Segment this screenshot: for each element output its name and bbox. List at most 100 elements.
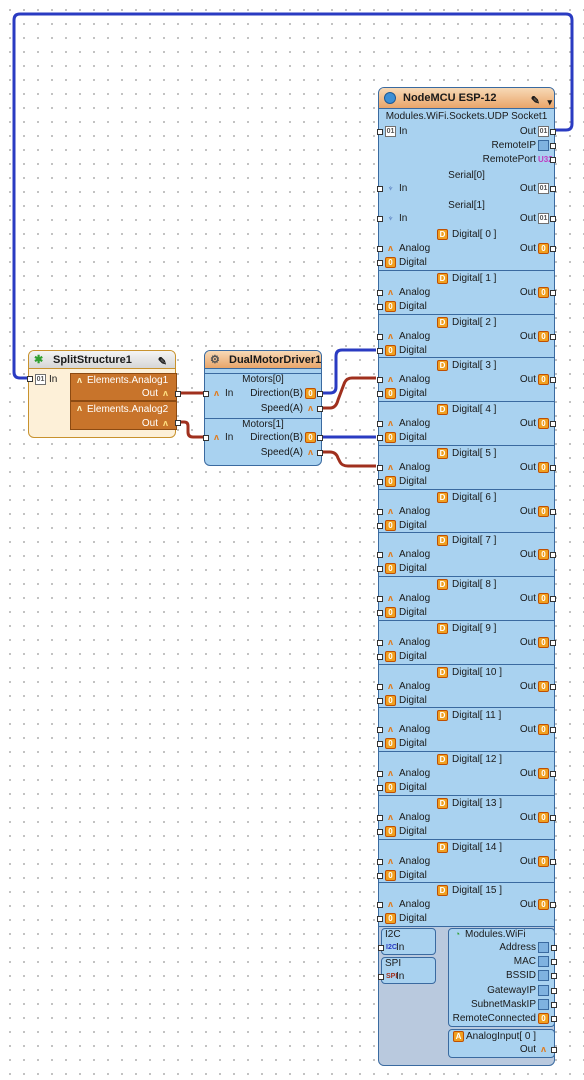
digital-digital-in-pin[interactable]	[377, 828, 383, 835]
i2c-in-pin[interactable]	[378, 945, 384, 951]
wifi-output-pin[interactable]	[551, 945, 557, 951]
digital-pin-row[interactable]: D Digital[ 1 ] ᴧ Analog 0 Digital Out 0	[377, 270, 556, 315]
digital-analog-in-pin[interactable]	[377, 421, 383, 427]
digital-analog-in-pin[interactable]	[377, 289, 383, 296]
split-in-pin[interactable]	[27, 376, 33, 382]
digital-out-pin[interactable]	[550, 771, 556, 777]
motor0-in-pin[interactable]	[203, 391, 209, 397]
digital-out-pin[interactable]	[550, 552, 556, 559]
split-element-analog1[interactable]: ᴧ Elements.Analog1 Out ᴧ	[70, 373, 177, 401]
digital-analog-in-pin[interactable]	[377, 464, 383, 471]
analog-input-out-pin[interactable]	[551, 1047, 557, 1053]
digital-analog-in-pin[interactable]	[377, 246, 383, 252]
wifi-output-pin[interactable]	[551, 973, 557, 980]
digital-out-pin[interactable]	[550, 333, 556, 340]
digital-out-pin[interactable]	[550, 814, 556, 821]
digital-digital-in-pin[interactable]	[377, 916, 383, 923]
wifi-output-pin[interactable]	[551, 1001, 557, 1008]
analog-input-section[interactable]: A AnalogInput[ 0 ] Out ᴧ	[448, 1029, 557, 1058]
spi-section[interactable]: SPI SPI In	[378, 957, 436, 984]
motor1-in-pin[interactable]	[203, 435, 209, 441]
digital-analog-in-pin[interactable]	[377, 639, 383, 646]
digital-pin-row[interactable]: D Digital[ 9 ] ᴧ Analog 0 Digital Out 0	[377, 620, 556, 665]
digital-pin-row[interactable]: D Digital[ 2 ] ᴧ Analog 0 Digital Out 0	[377, 314, 556, 359]
spi-in-pin[interactable]	[378, 974, 384, 980]
digital-out-pin[interactable]	[550, 464, 556, 471]
wifi-output-pin[interactable]	[551, 987, 557, 994]
digital-analog-in-pin[interactable]	[377, 902, 383, 909]
digital-out-pin[interactable]	[550, 246, 556, 252]
wifi-module-section[interactable]: ◔ Modules.WiFi Address MAC BSSID GatewayIP S…	[448, 928, 557, 1027]
digital-pin-row[interactable]: D Digital[ 4 ] ᴧ Analog 0 Digital Out 0	[377, 402, 556, 446]
motor0-direction-pin[interactable]	[317, 391, 323, 397]
udp-in-pin[interactable]	[377, 129, 383, 135]
digital-analog-in-pin[interactable]	[377, 552, 383, 559]
digital-analog-in-pin[interactable]	[377, 858, 383, 865]
digital-digital-in-pin[interactable]	[377, 872, 383, 879]
digital-out-pin[interactable]	[550, 421, 556, 427]
wire-motor1-speed-to-digital5-analog[interactable]	[321, 450, 376, 468]
digital-digital-in-pin[interactable]	[377, 347, 383, 354]
digital-digital-in-pin[interactable]	[377, 391, 383, 398]
digital-analog-in-pin[interactable]	[377, 771, 383, 777]
motor1-speed-pin[interactable]	[317, 450, 323, 456]
digital-analog-in-pin[interactable]	[377, 596, 383, 602]
dual-motor-driver-component[interactable]: ⚙ DualMotorDriver1 Motors[0] ᴧ In Direct…	[203, 350, 323, 466]
motor1-direction-pin[interactable]	[317, 435, 323, 441]
digital-pin-row[interactable]: D Digital[ 12 ] ᴧ Analog 0 Digital Out 0	[377, 752, 556, 796]
digital-pin-row[interactable]: D Digital[ 10 ] ᴧ Analog 0 Digital Out 0	[377, 664, 556, 709]
digital-analog-in-pin[interactable]	[377, 814, 383, 821]
digital-pin-row[interactable]: D Digital[ 8 ] ᴧ Analog 0 Digital Out 0	[377, 577, 556, 621]
digital-out-pin[interactable]	[550, 639, 556, 646]
digital-out-pin[interactable]	[550, 596, 556, 602]
digital-analog-in-pin[interactable]	[377, 333, 383, 340]
digital-pin-row[interactable]: D Digital[ 0 ] ᴧ Analog 0 Digital Out 0	[377, 227, 556, 271]
udp-out-pin[interactable]	[550, 129, 556, 135]
wire-motor0-direction-to-digital2[interactable]	[321, 348, 376, 395]
digital-out-pin[interactable]	[550, 858, 556, 865]
digital-digital-in-pin[interactable]	[377, 566, 383, 573]
digital-out-pin[interactable]	[550, 377, 556, 384]
digital-digital-in-pin[interactable]	[377, 522, 383, 529]
serial1-out-pin[interactable]	[550, 216, 556, 222]
motor0-speed-pin[interactable]	[317, 406, 323, 412]
digital-out-pin[interactable]	[550, 902, 556, 909]
digital-digital-in-pin[interactable]	[377, 785, 383, 791]
digital-analog-in-pin[interactable]	[377, 508, 383, 515]
digital-pin-row[interactable]: D Digital[ 13 ] ᴧ Analog 0 Digital Out 0	[377, 795, 556, 840]
split-structure-titlebar[interactable]: ✱ SplitStructure1 ✎	[29, 351, 175, 369]
digital-pin-row[interactable]: D Digital[ 3 ] ᴧ Analog 0 Digital Out 0	[377, 358, 556, 402]
split-analog1-out-pin[interactable]	[175, 391, 181, 397]
split-element-analog2[interactable]: ᴧ Elements.Analog2 Out ᴧ	[70, 401, 177, 430]
serial0-out-pin[interactable]	[550, 186, 556, 192]
digital-out-pin[interactable]	[550, 289, 556, 296]
wifi-output-pin[interactable]	[551, 1016, 557, 1022]
split-structure-component[interactable]: ✱ SplitStructure1 ✎ 01 In ᴧ Elements.Ana…	[27, 350, 181, 438]
digital-pin-row[interactable]: D Digital[ 6 ] ᴧ Analog 0 Digital Out 0	[377, 489, 556, 534]
digital-digital-in-pin[interactable]	[377, 435, 383, 441]
wrench-icon[interactable]: ✎	[158, 353, 167, 371]
digital-digital-in-pin[interactable]	[377, 697, 383, 704]
dual-motor-driver-titlebar[interactable]: ⚙ DualMotorDriver1	[205, 351, 321, 369]
i2c-section[interactable]: I2C I2C In	[378, 928, 436, 955]
digital-out-pin[interactable]	[550, 508, 556, 515]
digital-pin-row[interactable]: D Digital[ 15 ] ᴧ Analog 0 Digital Out 0	[377, 883, 556, 927]
serial1-in-pin[interactable]	[377, 216, 383, 222]
split-analog2-out-pin[interactable]	[175, 420, 181, 426]
digital-digital-in-pin[interactable]	[377, 610, 383, 616]
digital-out-pin[interactable]	[550, 727, 556, 734]
udp-remote-port-pin[interactable]	[550, 157, 556, 163]
digital-analog-in-pin[interactable]	[377, 727, 383, 734]
nodemcu-component[interactable]: NodeMCU ESP-12 ✎ ▾ Modules.WiFi.Sockets.…	[377, 87, 557, 1066]
digital-digital-in-pin[interactable]	[377, 478, 383, 485]
serial0-in-pin[interactable]	[377, 186, 383, 192]
digital-analog-in-pin[interactable]	[377, 683, 383, 690]
digital-out-pin[interactable]	[550, 683, 556, 690]
digital-pin-row[interactable]: D Digital[ 7 ] ᴧ Analog 0 Digital Out 0	[377, 533, 556, 577]
udp-remote-ip-pin[interactable]	[550, 143, 556, 149]
digital-analog-in-pin[interactable]	[377, 377, 383, 384]
digital-digital-in-pin[interactable]	[377, 303, 383, 310]
digital-pin-row[interactable]: D Digital[ 11 ] ᴧ Analog 0 Digital Out 0	[377, 708, 556, 752]
digital-digital-in-pin[interactable]	[377, 741, 383, 748]
nodemcu-titlebar[interactable]: NodeMCU ESP-12 ✎ ▾	[379, 88, 554, 109]
